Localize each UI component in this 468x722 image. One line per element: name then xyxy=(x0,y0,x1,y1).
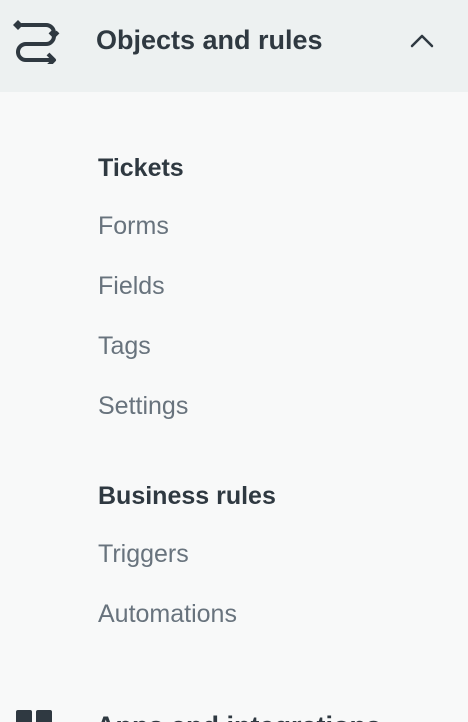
nav-link-triggers[interactable]: Triggers xyxy=(98,538,189,570)
nav-link-automations[interactable]: Automations xyxy=(98,598,237,630)
nav-link-forms[interactable]: Forms xyxy=(98,210,169,242)
group-heading-business-rules: Business rules xyxy=(98,482,276,510)
objects-and-rules-icon xyxy=(12,16,60,68)
nav-link-tags[interactable]: Tags xyxy=(98,330,151,362)
admin-sidebar-nav: Objects and rules Tickets Forms Fields T… xyxy=(0,0,468,722)
section-header-objects-and-rules[interactable]: Objects and rules xyxy=(0,0,468,92)
section-header-apps-and-integrations[interactable]: Apps and integrations xyxy=(0,690,468,722)
apps-grid-icon xyxy=(16,710,56,722)
next-section-title: Apps and integrations xyxy=(96,708,381,722)
nav-link-fields[interactable]: Fields xyxy=(98,270,165,302)
chevron-up-icon[interactable] xyxy=(406,26,438,58)
group-heading-tickets: Tickets xyxy=(98,154,184,182)
nav-link-settings[interactable]: Settings xyxy=(98,390,188,422)
section-title: Objects and rules xyxy=(96,25,323,55)
